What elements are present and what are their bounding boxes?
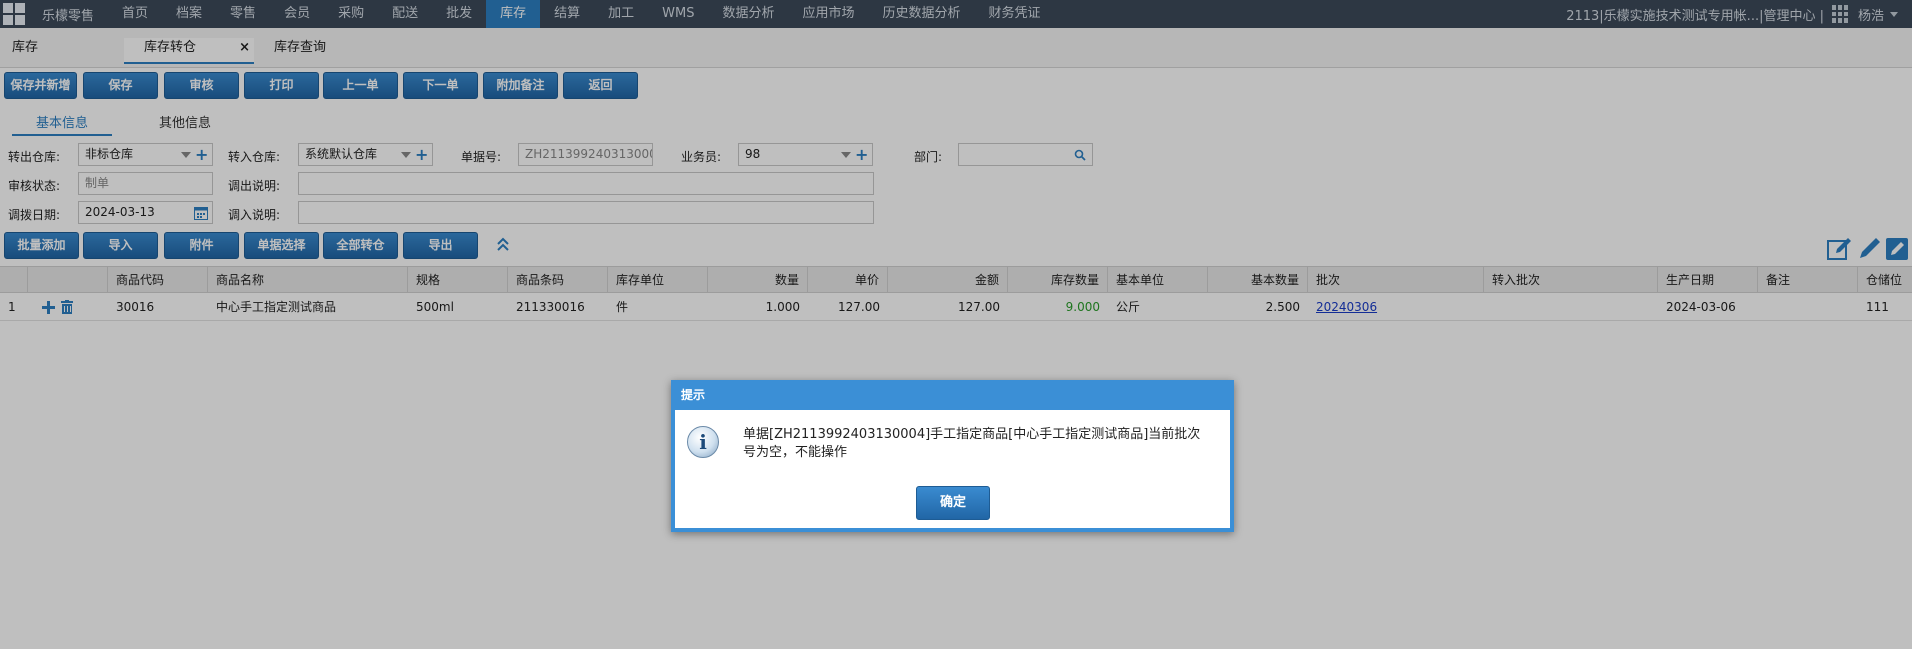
info-icon: i bbox=[687, 426, 719, 458]
modal-overlay bbox=[0, 0, 1912, 649]
ok-button[interactable]: 确定 bbox=[916, 486, 990, 520]
dialog-message: 单据[ZH2113992403130004]手工指定商品[中心手工指定测试商品]… bbox=[743, 427, 1201, 460]
dialog-title: 提示 bbox=[671, 380, 1234, 410]
alert-dialog: 提示 i 单据[ZH2113992403130004]手工指定商品[中心手工指定… bbox=[671, 380, 1234, 532]
